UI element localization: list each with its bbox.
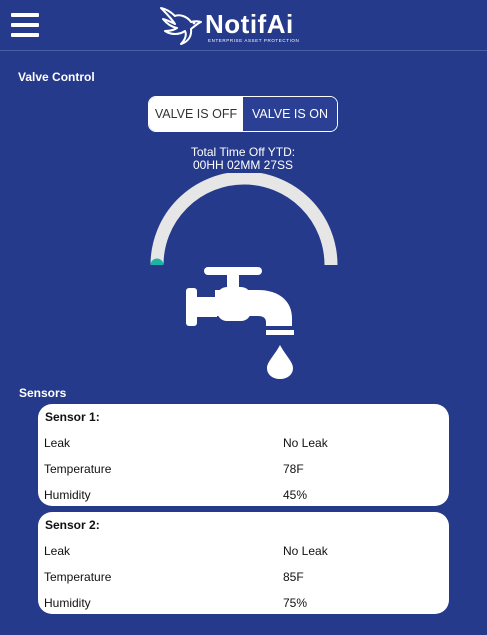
dove-logo-icon xyxy=(160,7,202,45)
brand-name: NotifAi xyxy=(205,9,294,39)
time-off-block: Total Time Off YTD: 00HH 02MM 27SS xyxy=(143,146,343,172)
water-drop-icon xyxy=(267,345,293,379)
sensor-value: 45% xyxy=(283,488,308,502)
sensor-card: Sensor 1: Leak No Leak Temperature 78F H… xyxy=(38,404,449,506)
sensor-card: Sensor 2: Leak No Leak Temperature 85F H… xyxy=(38,512,449,614)
sensor-row-temperature: Temperature 78F xyxy=(38,462,449,478)
sensor-value: No Leak xyxy=(283,544,328,558)
sensor-label: Leak xyxy=(44,436,71,450)
sensor-value: 78F xyxy=(283,462,304,476)
brand-tagline: ENTERPRISE ASSET PROTECTION xyxy=(208,38,300,43)
sensor-label: Leak xyxy=(44,544,71,558)
sensor-label: Temperature xyxy=(44,570,112,584)
app-header: NotifAi ENTERPRISE ASSET PROTECTION xyxy=(0,0,487,51)
sensor-value: 85F xyxy=(283,570,304,584)
sensor-row-leak: Leak No Leak xyxy=(38,436,449,452)
gauge-track xyxy=(150,173,338,266)
sensors-title: Sensors xyxy=(19,386,67,400)
brand-logo[interactable]: NotifAi ENTERPRISE ASSET PROTECTION xyxy=(157,0,317,48)
sensor-value: No Leak xyxy=(283,436,328,450)
valve-on-button[interactable]: VALVE IS ON xyxy=(243,97,337,131)
time-off-value: 00HH 02MM 27SS xyxy=(192,158,294,172)
sensor-label: Temperature xyxy=(44,462,112,476)
sensor-label: Humidity xyxy=(44,488,91,502)
sensor-row-humidity: Humidity 45% xyxy=(38,488,449,504)
sensor-title: Sensor 2: xyxy=(45,518,100,532)
valve-gauge xyxy=(150,173,338,266)
sensor-row-temperature: Temperature 85F xyxy=(38,570,449,586)
sensor-value: 75% xyxy=(283,596,308,610)
faucet-icon xyxy=(186,267,295,379)
valve-toggle[interactable]: VALVE IS OFF VALVE IS ON xyxy=(148,96,338,132)
valve-control-title: Valve Control xyxy=(18,70,95,84)
sensor-title: Sensor 1: xyxy=(45,410,100,424)
sensor-label: Humidity xyxy=(44,596,91,610)
valve-off-button[interactable]: VALVE IS OFF xyxy=(149,97,243,131)
sensor-row-leak: Leak No Leak xyxy=(38,544,449,560)
hamburger-menu-icon[interactable] xyxy=(11,13,39,37)
sensor-row-humidity: Humidity 75% xyxy=(38,596,449,612)
